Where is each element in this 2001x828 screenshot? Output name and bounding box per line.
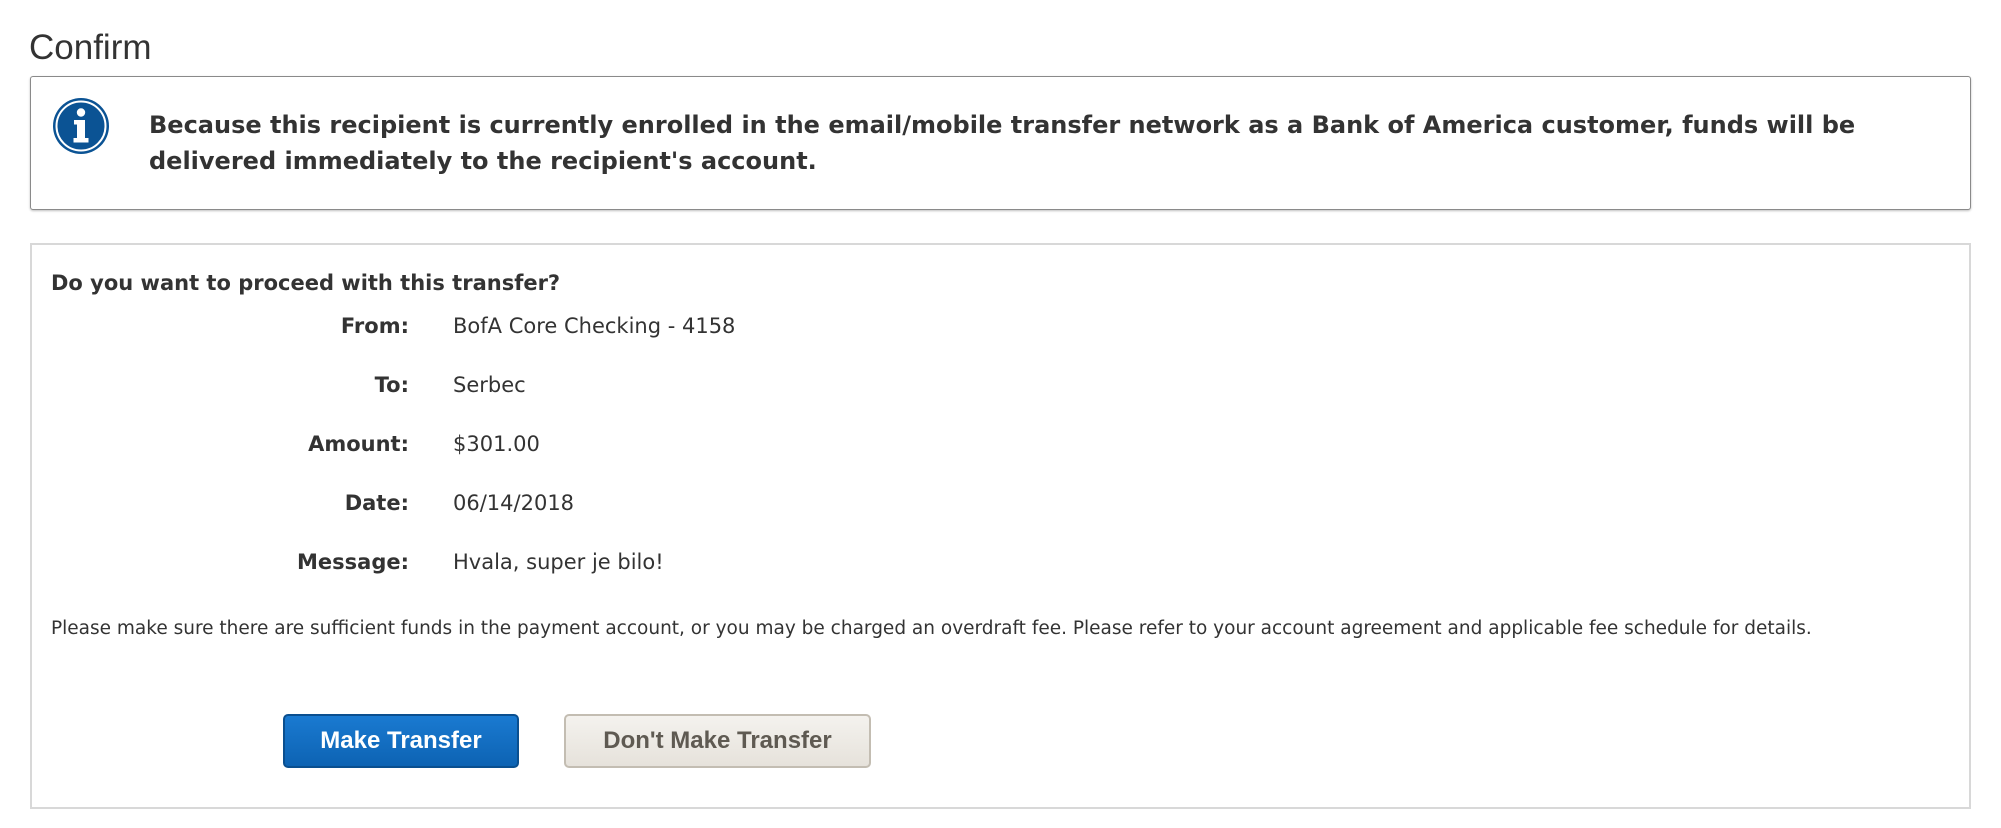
message-label: Message: [297,550,409,574]
info-notice: Because this recipient is currently enro… [30,76,1971,210]
date-label: Date: [344,491,409,515]
detail-row-amount: Amount: $301.00 [32,428,1969,460]
to-label: To: [374,373,409,397]
confirmation-panel: Do you want to proceed with this transfe… [30,243,1971,809]
dont-make-transfer-button[interactable]: Don't Make Transfer [564,714,871,768]
from-value: BofA Core Checking - 4158 [453,314,736,338]
info-icon [52,97,110,155]
to-value: Serbec [453,373,526,397]
detail-row-to: To: Serbec [32,369,1969,401]
overdraft-disclaimer: Please make sure there are sufficient fu… [51,618,1812,639]
page-title: Confirm [29,28,152,67]
make-transfer-button[interactable]: Make Transfer [283,714,519,768]
confirmation-heading: Do you want to proceed with this transfe… [51,271,561,295]
detail-row-message: Message: Hvala, super je bilo! [32,546,1969,578]
from-label: From: [340,314,409,338]
message-value: Hvala, super je bilo! [453,550,664,574]
amount-label: Amount: [308,432,409,456]
detail-row-date: Date: 06/14/2018 [32,487,1969,519]
detail-row-from: From: BofA Core Checking - 4158 [32,310,1969,342]
date-value: 06/14/2018 [453,491,575,515]
amount-value: $301.00 [453,432,540,456]
notice-message: Because this recipient is currently enro… [149,111,1856,175]
